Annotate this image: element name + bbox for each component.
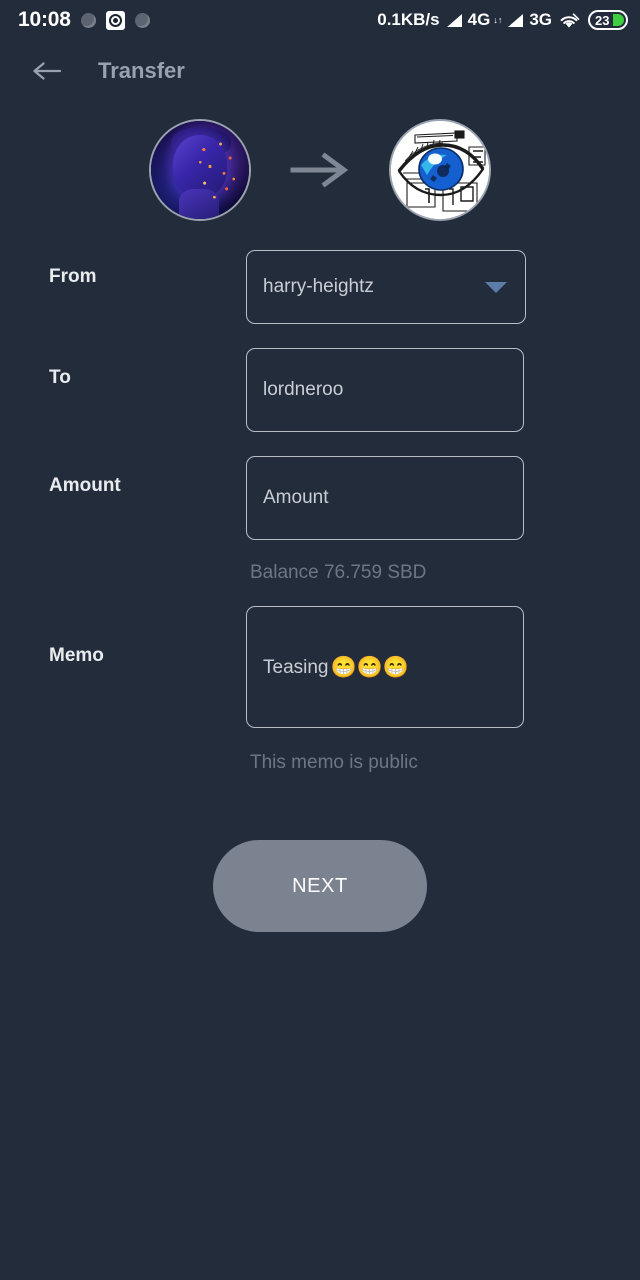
- avatar-from: [149, 119, 251, 221]
- signal-bars-icon: [508, 13, 524, 27]
- form-row-from: From harry-heightz: [28, 230, 612, 324]
- amount-label: Amount: [49, 475, 121, 496]
- circle-indicator-icon: [80, 12, 96, 28]
- status-bar: 10:08 0.1KB/s 4G ↓↑ 3G 23: [0, 0, 640, 40]
- form-row-amount: Amount Amount: [28, 432, 612, 540]
- from-label: From: [49, 266, 97, 287]
- memo-hint: This memo is public: [250, 752, 418, 773]
- from-select[interactable]: harry-heightz: [246, 250, 526, 324]
- next-button[interactable]: NEXT: [213, 840, 427, 932]
- page-title: Transfer: [98, 58, 185, 83]
- avatar-from-glitter: [195, 137, 239, 207]
- battery-icon: 23: [588, 10, 628, 30]
- memo-value: Teasing: [263, 657, 329, 678]
- sim1-network-label: 4G: [467, 10, 491, 29]
- amount-input[interactable]: Amount: [246, 456, 524, 540]
- wifi-icon: [558, 12, 580, 29]
- form-row-to: To lordneroo: [28, 324, 612, 432]
- amount-placeholder: Amount: [263, 487, 329, 508]
- status-bar-right: 0.1KB/s 4G ↓↑ 3G 23: [377, 10, 628, 30]
- next-button-wrap: NEXT: [28, 840, 612, 932]
- battery-level-label: 23: [595, 12, 610, 28]
- data-activity-icon: ↓↑: [493, 15, 503, 25]
- balance-hint: Balance 76.759 SBD: [250, 562, 427, 583]
- back-arrow-icon[interactable]: [30, 54, 64, 88]
- status-bar-left: 10:08: [18, 8, 150, 32]
- memo-input[interactable]: Teasing 😁😁😁: [246, 606, 524, 728]
- app-bar: Transfer: [0, 40, 640, 102]
- transfer-form: From harry-heightz To lordneroo Amount A…: [0, 230, 640, 932]
- arrow-right-icon: [289, 149, 351, 191]
- avatar-to: [389, 119, 491, 221]
- network-speed-label: 0.1KB/s: [377, 10, 440, 29]
- from-value: harry-heightz: [263, 276, 374, 297]
- circle-indicator-icon: [134, 12, 150, 28]
- to-value: lordneroo: [263, 379, 344, 400]
- memo-value-wrap: Teasing 😁😁😁: [263, 657, 409, 678]
- transfer-avatars: [0, 110, 640, 230]
- sim2-network-label: 3G: [529, 10, 552, 29]
- memo-label: Memo: [49, 645, 104, 666]
- form-row-memo: Memo Teasing 😁😁😁: [28, 584, 612, 728]
- status-clock: 10:08: [18, 8, 71, 31]
- to-input[interactable]: lordneroo: [246, 348, 524, 432]
- record-icon: [105, 10, 125, 30]
- to-label: To: [49, 367, 71, 388]
- battery-fill: [613, 14, 624, 26]
- chevron-down-icon[interactable]: [485, 281, 507, 293]
- memo-emoji: 😁😁😁: [330, 656, 409, 679]
- signal-bars-icon: [446, 13, 462, 27]
